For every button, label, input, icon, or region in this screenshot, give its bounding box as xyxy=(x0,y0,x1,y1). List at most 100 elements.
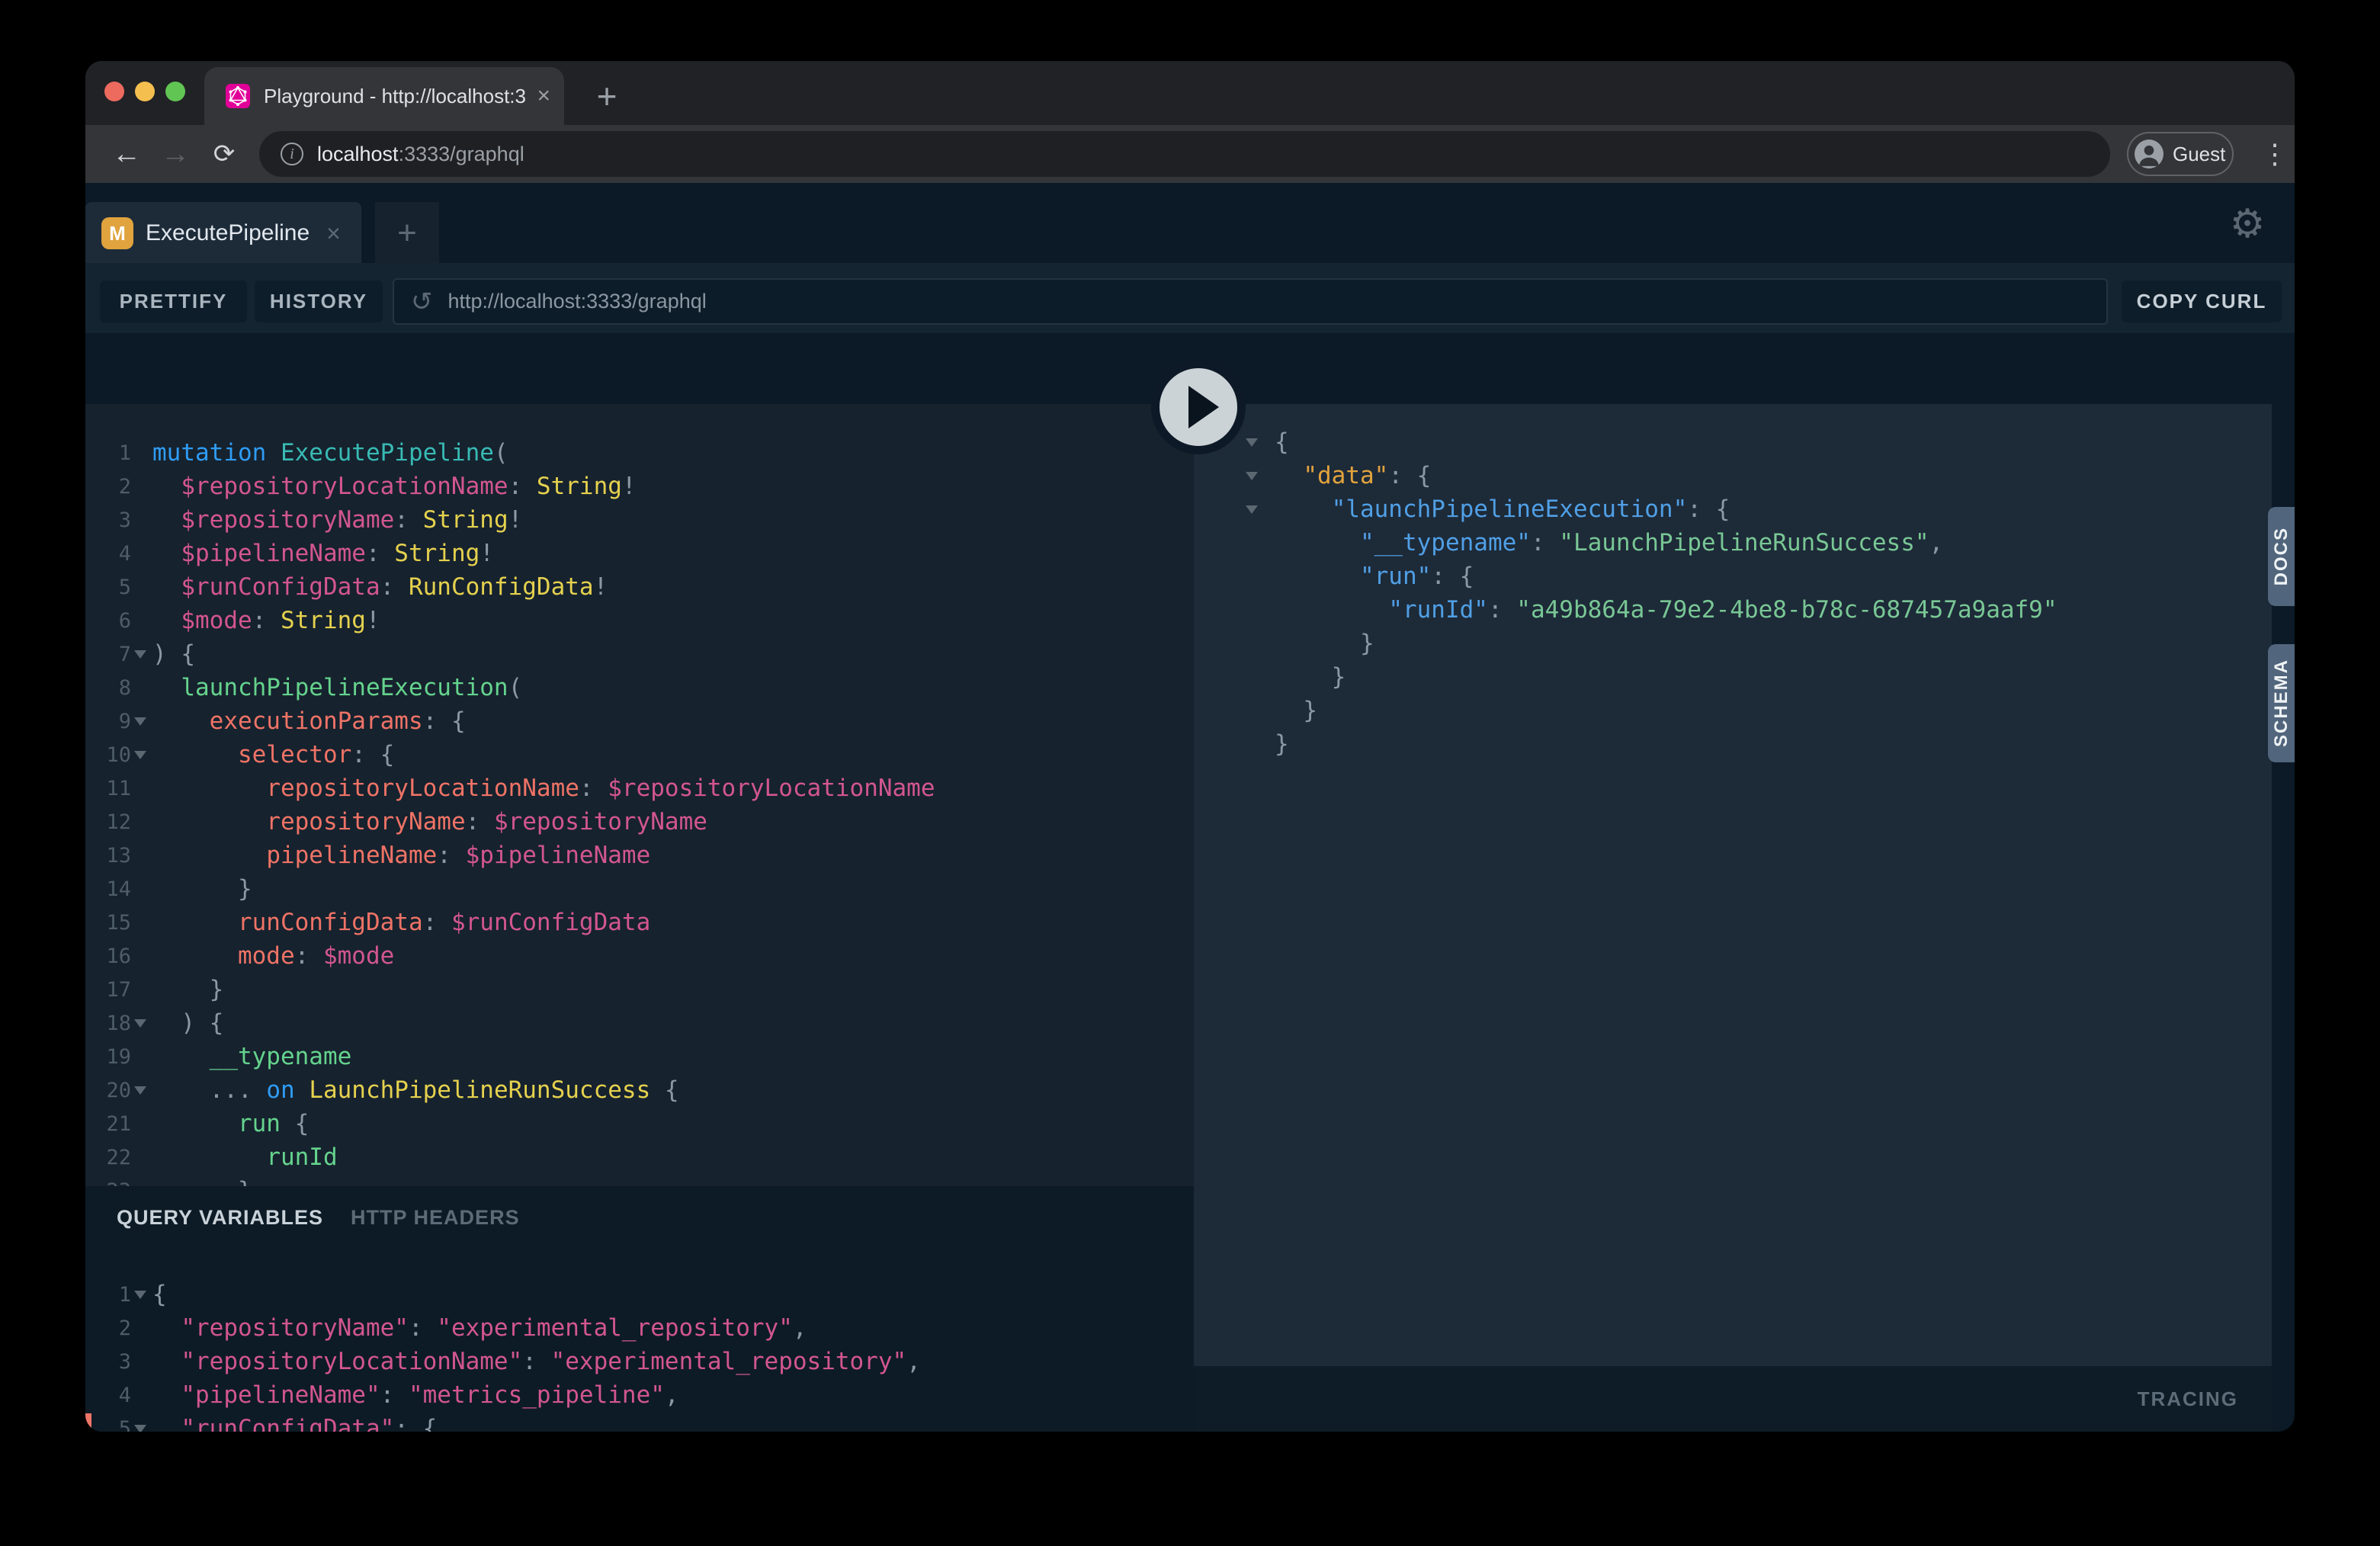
query-line: 7) { xyxy=(85,637,1194,671)
response-line: "runId": "a49b864a-79e2-4be8-b78c-687457… xyxy=(1194,593,2272,627)
response-line: } xyxy=(1194,694,2272,727)
line-number: 2 xyxy=(98,1317,131,1340)
query-line: 23 } xyxy=(85,1174,1194,1186)
variables-tabs: QUERY VARIABLES HTTP HEADERS xyxy=(117,1206,520,1230)
fold-arrow-icon[interactable] xyxy=(1246,505,1258,514)
new-tab-button[interactable]: + xyxy=(582,73,631,119)
query-line: 17 } xyxy=(85,973,1194,1006)
line-number: 4 xyxy=(98,542,131,566)
forward-icon[interactable]: → xyxy=(156,125,195,183)
response-line: } xyxy=(1194,627,2272,660)
response-line: "__typename": "LaunchPipelineRunSuccess"… xyxy=(1194,526,2272,560)
query-editor[interactable]: 1mutation ExecutePipeline(2 $repositoryL… xyxy=(85,404,1194,1186)
line-number: 12 xyxy=(98,810,131,834)
line-number: 7 xyxy=(98,643,131,666)
graphql-playground: M ExecutePipeline × + ⚙ PRETTIFY HISTORY… xyxy=(85,183,2295,1432)
response-line: { xyxy=(1194,425,2272,459)
fold-arrow-icon[interactable] xyxy=(134,1086,146,1095)
query-line: 16 mode: $mode xyxy=(85,939,1194,973)
close-playground-tab-icon[interactable]: × xyxy=(326,220,341,248)
history-button[interactable]: HISTORY xyxy=(255,281,383,322)
traffic-zoom-icon[interactable] xyxy=(165,82,185,101)
response-line: "launchPipelineExecution": { xyxy=(1194,492,2272,526)
profile-label: Guest xyxy=(2173,143,2225,166)
query-line: 8 launchPipelineExecution( xyxy=(85,671,1194,704)
line-number: 3 xyxy=(98,508,131,532)
tracing-bar[interactable]: TRACING xyxy=(1194,1366,2272,1432)
reload-icon[interactable]: ⟳ xyxy=(204,125,244,183)
fold-arrow-icon[interactable] xyxy=(134,1019,146,1028)
line-number: 23 xyxy=(98,1179,131,1187)
query-line: 10 selector: { xyxy=(85,738,1194,771)
url-text: localhost:3333/graphql xyxy=(317,143,524,166)
line-number: 3 xyxy=(98,1350,131,1374)
line-number: 1 xyxy=(98,441,131,465)
play-icon xyxy=(1188,386,1219,428)
response-line: "data": { xyxy=(1194,459,2272,492)
traffic-close-icon[interactable] xyxy=(104,82,124,101)
variables-line: 3 "repositoryLocationName": "experimenta… xyxy=(85,1345,1194,1378)
response-viewer: { "data": { "launchPipelineExecution": {… xyxy=(1194,404,2272,1427)
query-line: 6 $mode: String! xyxy=(85,604,1194,637)
fold-arrow-icon[interactable] xyxy=(1246,438,1258,447)
line-number: 5 xyxy=(98,576,131,599)
endpoint-input[interactable]: ↺ http://localhost:3333/graphql xyxy=(393,278,2108,325)
fold-arrow-icon[interactable] xyxy=(134,1425,146,1432)
schema-tab[interactable]: SCHEMA xyxy=(2268,644,2295,762)
variables-pane[interactable]: QUERY VARIABLESHTTP HEADERS 1{2 "reposit… xyxy=(85,1186,1194,1432)
copy-curl-button[interactable]: COPY CURL xyxy=(2122,281,2282,322)
execute-play-button[interactable] xyxy=(1151,360,1246,454)
fold-arrow-icon[interactable] xyxy=(134,650,146,659)
line-number: 9 xyxy=(98,710,131,733)
tab-http-headers[interactable]: HTTP HEADERS xyxy=(351,1206,520,1229)
endpoint-url: http://localhost:3333/graphql xyxy=(448,290,707,313)
query-line: 4 $pipelineName: String! xyxy=(85,537,1194,570)
query-line: 5 $runConfigData: RunConfigData! xyxy=(85,570,1194,604)
site-info-icon[interactable]: i xyxy=(281,143,303,165)
query-line: 22 runId xyxy=(85,1140,1194,1174)
profile-button[interactable]: Guest xyxy=(2127,132,2234,176)
docs-tab[interactable]: DOCS xyxy=(2268,507,2295,606)
query-line: 11 repositoryLocationName: $repositoryLo… xyxy=(85,771,1194,805)
browser-menu-icon[interactable]: ⋮ xyxy=(2255,125,2295,183)
query-line: 14 } xyxy=(85,872,1194,906)
back-icon[interactable]: ← xyxy=(107,125,146,183)
settings-gear-icon[interactable]: ⚙ xyxy=(2220,197,2275,252)
line-number: 22 xyxy=(98,1146,131,1169)
line-number: 19 xyxy=(98,1045,131,1069)
query-line: 15 runConfigData: $runConfigData xyxy=(85,906,1194,939)
query-line: 12 repositoryName: $repositoryName xyxy=(85,805,1194,839)
fold-arrow-icon[interactable] xyxy=(134,1291,146,1299)
add-playground-tab-button[interactable]: + xyxy=(375,202,439,265)
tab-query-variables[interactable]: QUERY VARIABLES xyxy=(117,1206,323,1229)
playground-tab[interactable]: M ExecutePipeline × xyxy=(85,202,361,265)
line-number: 2 xyxy=(98,475,131,499)
prettify-button[interactable]: PRETTIFY xyxy=(100,281,247,322)
query-line: 18 ) { xyxy=(85,1006,1194,1040)
line-number: 4 xyxy=(98,1384,131,1407)
response-line: } xyxy=(1194,660,2272,694)
line-number: 14 xyxy=(98,877,131,901)
line-number: 17 xyxy=(98,978,131,1002)
playground-toolbar: PRETTIFY HISTORY ↺ http://localhost:3333… xyxy=(85,263,2295,333)
fold-arrow-icon[interactable] xyxy=(134,751,146,759)
endpoint-reload-icon[interactable]: ↺ xyxy=(411,287,433,317)
line-number: 16 xyxy=(98,945,131,968)
line-number: 11 xyxy=(98,777,131,800)
url-bar[interactable]: i localhost:3333/graphql xyxy=(259,131,2110,177)
query-line: 3 $repositoryName: String! xyxy=(85,503,1194,537)
line-number: 6 xyxy=(98,609,131,633)
browser-tab[interactable]: Playground - http://localhost:3 × xyxy=(204,67,564,125)
close-tab-icon[interactable]: × xyxy=(537,85,550,107)
query-line: 2 $repositoryLocationName: String! xyxy=(85,470,1194,503)
line-number: 5 xyxy=(98,1417,131,1432)
browser-toolbar: ← → ⟳ i localhost:3333/graphql Guest ⋮ xyxy=(85,125,2295,183)
variables-line: 1{ xyxy=(85,1278,1194,1311)
line-number: 8 xyxy=(98,676,131,700)
fold-arrow-icon[interactable] xyxy=(134,717,146,726)
fold-arrow-icon[interactable] xyxy=(1246,472,1258,480)
variables-line: 4 "pipelineName": "metrics_pipeline", xyxy=(85,1378,1194,1412)
query-line: 20 ... on LaunchPipelineRunSuccess { xyxy=(85,1073,1194,1107)
traffic-minimize-icon[interactable] xyxy=(135,82,155,101)
playground-tab-title: ExecutePipeline xyxy=(146,220,310,246)
